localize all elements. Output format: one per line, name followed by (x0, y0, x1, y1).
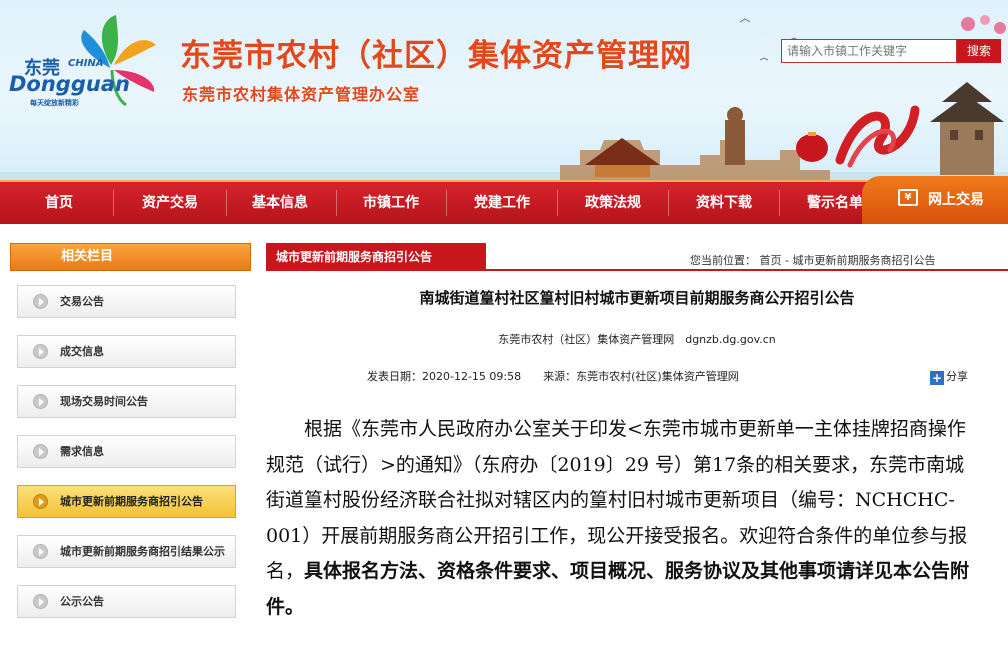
play-bullet-icon (33, 594, 48, 609)
article-body-emphasis: 具体报名方法、资格条件要求、项目概况、服务协议及其他事项请详见本公告附件。 (266, 560, 970, 618)
sidebar-item-label: 现场交易时间公告 (60, 395, 148, 408)
plus-share-icon: + (930, 371, 944, 385)
play-bullet-icon (33, 294, 48, 309)
nav-divider (336, 190, 337, 216)
article-title: 南城街道篁村社区篁村旧村城市更新项目前期服务商公开招引公告 (419, 289, 855, 307)
play-bullet-icon (33, 394, 48, 409)
sidebar-item-urban-renewal-result[interactable]: 城市更新前期服务商招引结果公示 (17, 535, 236, 568)
play-bullet-icon (33, 344, 48, 359)
main-nav: 首页 资产交易 基本信息 市镇工作 党建工作 政策法规 资料下载 警示名单 (0, 180, 1008, 224)
logo-slogan: 每天绽放新精彩 (30, 99, 79, 107)
sidebar-item-label: 交易公告 (60, 295, 104, 308)
sidebar-item-deal-info[interactable]: 成交信息 (17, 335, 236, 368)
article-body: 根据《东莞市人民政府办公室关于印发<东莞市城市更新单一主体挂牌招商操作规范（试行… (266, 412, 978, 625)
site-subtitle: 东莞市农村集体资产管理办公室 (182, 85, 421, 104)
nav-divider (557, 190, 558, 216)
share-label: 分享 (946, 370, 968, 383)
sidebar-item-urban-renewal-notice[interactable]: 城市更新前期服务商招引公告 (17, 485, 236, 518)
sidebar-item-trade-notice[interactable]: 交易公告 (17, 285, 236, 318)
nav-item-asset-trading[interactable]: 资产交易 (126, 182, 214, 224)
article-site-meta: 东莞市农村（社区）集体资产管理网 dgnzb.dg.gov.cn (498, 333, 776, 346)
nav-item-downloads[interactable]: 资料下载 (680, 182, 768, 224)
article-date-source: 发表日期：2020-12-15 09:58 来源：东莞市农村(社区)集体资产管理… (367, 370, 739, 383)
sidebar-title: 相关栏目 (10, 243, 251, 271)
play-bullet-icon (33, 444, 48, 459)
nav-item-basic-info[interactable]: 基本信息 (236, 182, 324, 224)
search-input[interactable] (781, 39, 957, 63)
nav-divider (668, 190, 669, 216)
sidebar-item-demand-info[interactable]: 需求信息 (17, 435, 236, 468)
nav-divider (779, 190, 780, 216)
online-trading-label: 网上交易 (928, 192, 984, 208)
nav-item-town-work[interactable]: 市镇工作 (347, 182, 435, 224)
sidebar-item-label: 公示公告 (60, 595, 104, 608)
breadcrumb: 您当前位置： 首页 - 城市更新前期服务商招引公告 (690, 254, 936, 267)
logo-english-text: Dongguan (9, 72, 130, 96)
nav-item-policy[interactable]: 政策法规 (569, 182, 657, 224)
site-logo[interactable]: 东莞 CHINA Dongguan 每天绽放新精彩 (6, 10, 166, 110)
nav-divider (446, 190, 447, 216)
article-body-text: 根据《东莞市人民政府办公室关于印发<东莞市城市更新单一主体挂牌招商操作规范（试行… (266, 418, 968, 582)
site-header: 东莞 CHINA Dongguan 每天绽放新精彩 东莞市农村（社区）集体资产管… (0, 0, 1008, 180)
play-bullet-icon (33, 544, 48, 559)
sidebar-item-label: 需求信息 (60, 445, 104, 458)
sidebar-item-public-notice[interactable]: 公示公告 (17, 585, 236, 618)
content-section-tab: 城市更新前期服务商招引公告 (266, 243, 486, 271)
logo-china-text: CHINA (68, 58, 104, 69)
sidebar-item-label: 成交信息 (60, 345, 104, 358)
nav-item-party-building[interactable]: 党建工作 (458, 182, 546, 224)
share-button[interactable]: + 分享 (930, 368, 968, 385)
monitor-icon: ¥ (898, 189, 918, 206)
nav-divider (113, 190, 114, 216)
search-button[interactable]: 搜索 (957, 39, 1001, 63)
sidebar-item-label: 城市更新前期服务商招引公告 (60, 495, 203, 508)
page: 东莞 CHINA Dongguan 每天绽放新精彩 东莞市农村（社区）集体资产管… (0, 0, 1008, 659)
nav-divider (226, 190, 227, 216)
sidebar-item-onsite-schedule[interactable]: 现场交易时间公告 (17, 385, 236, 418)
site-title: 东莞市农村（社区）集体资产管理网 (180, 38, 692, 74)
online-trading-button[interactable]: ¥ 网上交易 (862, 176, 1008, 224)
sidebar-item-label: 城市更新前期服务商招引结果公示 (60, 545, 225, 558)
play-bullet-icon (33, 494, 48, 509)
nav-item-home[interactable]: 首页 (18, 182, 100, 224)
